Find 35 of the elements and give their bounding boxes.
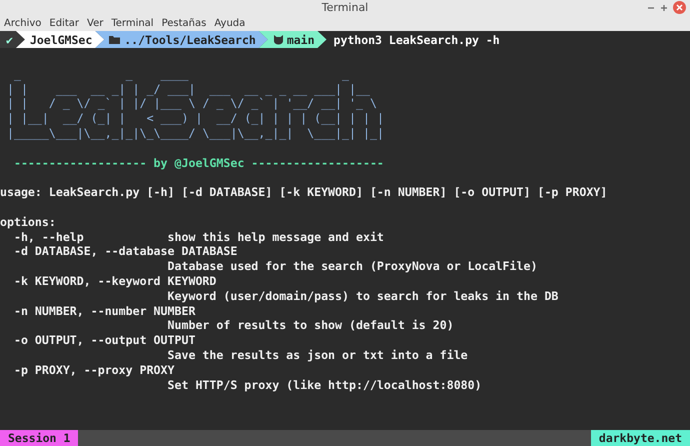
option-line: Number of results to show (default is 20) bbox=[166, 318, 454, 334]
option-line: -p PROXY, --proxy PROXY bbox=[12, 362, 175, 378]
option-line: Keyword (user/domain/pass) to search for leaks in the DB bbox=[166, 288, 558, 304]
session-tab[interactable]: Session 1 bbox=[0, 430, 78, 446]
menu-item[interactable]: Ver bbox=[87, 18, 104, 28]
branch-segment: main bbox=[258, 31, 327, 48]
option-line: -d DATABASE, --database DATABASE bbox=[12, 244, 238, 260]
option-line: -n NUMBER, --number NUMBER bbox=[12, 304, 196, 318]
option-line: Save the results as json or txt into a file bbox=[166, 348, 468, 363]
option-line: Database used for the search (ProxyNova or LocalFile) bbox=[166, 259, 538, 274]
option-line: -k KEYWORD, --keyword KEYWORD bbox=[12, 274, 216, 289]
folder-icon bbox=[109, 34, 122, 44]
option-line: Set HTTP/S proxy (like http://localhost:8080) bbox=[166, 378, 482, 392]
options-heading: options: bbox=[0, 214, 56, 230]
option-line: -o OUTPUT, --output OUTPUT bbox=[12, 333, 196, 348]
ascii-art-line: | | ___ __ _| | _/ ___| ___ __ _ _ __ ___| |__ bbox=[7, 82, 370, 96]
close-icon[interactable] bbox=[673, 1, 686, 14]
option-line: -h, --help show this help message and exit bbox=[12, 230, 384, 244]
command-text: python3 LeakSearch.py -h bbox=[334, 32, 500, 46]
ascii-art-line: | | / _ \/ _` | |/ |___ \ / _ \/ _` | '__/ __| '_ \ bbox=[7, 96, 377, 112]
ascii-art-line: | |__| __/ (_| | < ___) | __/ (_| | | | (__| | | | bbox=[7, 111, 384, 126]
cat-icon bbox=[272, 34, 284, 45]
maximize-icon[interactable] bbox=[660, 4, 668, 12]
ascii-art-line: _ _ ____ _ bbox=[12, 66, 350, 82]
host-label: darkbyte.net bbox=[590, 430, 690, 446]
window-title: Terminal bbox=[322, 1, 368, 14]
author-line: ------------------- by @JoelGMSec ------------------- bbox=[12, 156, 384, 170]
menu-item[interactable]: Archivo bbox=[4, 18, 42, 28]
ascii-art-line: |_____\___|\__,_|_|\_\____/ \___|\__,_|_| \___|_| |_| bbox=[7, 126, 384, 141]
menu-item[interactable]: Ayuda bbox=[214, 18, 246, 28]
menu-item[interactable]: Terminal bbox=[111, 18, 154, 28]
usage-line: usage: LeakSearch.py [-h] [-d DATABASE] [-k KEYWORD] [-n NUMBER] [-o OUTPUT] [-p PROXY] bbox=[0, 185, 608, 200]
path-segment: ../Tools/LeakSearch bbox=[95, 31, 268, 48]
menu-item[interactable]: Editar bbox=[49, 18, 79, 28]
menu-item[interactable]: Pestañas bbox=[162, 18, 206, 28]
